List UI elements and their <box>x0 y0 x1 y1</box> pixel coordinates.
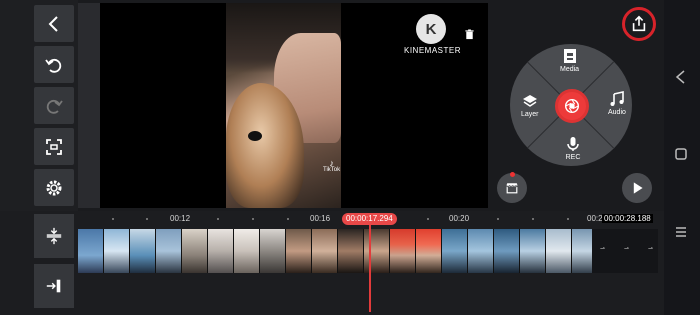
playhead[interactable] <box>369 219 371 312</box>
end-arrow-icon: ⇀ <box>624 246 630 252</box>
total-duration: 00:00:28.188 <box>602 214 653 223</box>
ruler-dot <box>146 218 148 220</box>
rec-button[interactable]: REC <box>565 136 581 161</box>
frame-dog-nose <box>248 131 262 141</box>
ruler-dot <box>497 218 499 220</box>
audio-button[interactable]: Audio <box>608 91 626 116</box>
split-button[interactable] <box>34 214 74 258</box>
ruler-label: 00:20 <box>449 214 470 223</box>
delete-watermark-button[interactable] <box>457 22 481 46</box>
clip-thumbnail <box>312 229 338 273</box>
ruler-label: 00:2 <box>587 214 603 223</box>
clip-thumbnail <box>78 229 104 273</box>
nav-home-icon[interactable] <box>674 147 688 161</box>
ruler-dot <box>287 218 289 220</box>
end-arrow-icon: ⇀ <box>648 246 654 252</box>
settings-button[interactable] <box>34 169 74 206</box>
layer-button[interactable]: Layer <box>521 93 539 118</box>
jump-to-end-button[interactable] <box>34 264 74 308</box>
clip-thumbnail <box>286 229 312 273</box>
video-clip-track[interactable] <box>78 229 658 273</box>
clip-thumbnail <box>546 229 572 273</box>
clip-thumbnail <box>520 229 546 273</box>
clip-thumbnail <box>182 229 208 273</box>
tiktok-watermark: ♪ TikTok <box>323 158 341 174</box>
back-arrow-icon <box>48 15 58 32</box>
ruler-dot <box>252 218 254 220</box>
fullscreen-button[interactable] <box>34 128 74 165</box>
ruler-dot <box>567 218 569 220</box>
camera-record-button[interactable] <box>555 89 589 123</box>
ruler-dot <box>112 218 114 220</box>
clip-thumbnail <box>416 229 442 273</box>
kinemaster-editor: ♪ TikTok K KINEMASTER Media Layer Audio … <box>0 0 700 315</box>
play-button[interactable] <box>622 173 652 203</box>
clip-thumbnail <box>156 229 182 273</box>
microphone-icon <box>567 137 579 151</box>
clip-thumbnail <box>208 229 234 273</box>
ruler-label: 00:16 <box>310 214 331 223</box>
media-button[interactable]: Media <box>560 48 579 73</box>
clip-thumbnail <box>234 229 260 273</box>
export-button[interactable] <box>622 7 656 41</box>
clip-thumbnail <box>338 229 364 273</box>
redo-button[interactable] <box>34 87 74 124</box>
kinemaster-wordmark: KINEMASTER <box>404 46 462 55</box>
layer-stack-icon <box>522 95 537 107</box>
asset-store-icon <box>506 183 518 194</box>
ruler-dot <box>427 218 429 220</box>
video-frame <box>226 3 341 208</box>
clip-thumbnail <box>260 229 286 273</box>
camera-record-icon <box>564 98 580 114</box>
settings-gear-icon <box>46 180 62 195</box>
clip-thumbnail <box>468 229 494 273</box>
back-button[interactable] <box>34 5 74 42</box>
trash-icon <box>464 28 474 39</box>
nav-recents-icon[interactable] <box>674 225 688 239</box>
clip-thumbnail <box>494 229 520 273</box>
redo-icon <box>46 99 63 114</box>
jump-to-end-icon <box>46 279 61 293</box>
music-note-icon <box>610 91 624 106</box>
asset-store-button[interactable] <box>497 173 527 203</box>
undo-icon <box>45 58 62 73</box>
media-film-icon <box>563 49 576 63</box>
notification-dot <box>510 172 515 177</box>
clip-thumbnail <box>390 229 416 273</box>
current-time-badge: 00:00:17.294 <box>342 213 397 225</box>
clip-thumbnail <box>442 229 468 273</box>
ruler-dot <box>532 218 534 220</box>
clip-thumbnail <box>364 229 390 273</box>
clip-thumbnail <box>104 229 130 273</box>
export-share-icon <box>632 15 646 32</box>
fullscreen-icon <box>46 138 62 155</box>
clip-thumbnail <box>130 229 156 273</box>
nav-back-icon[interactable] <box>674 70 688 84</box>
ruler-label: 00:12 <box>170 214 191 223</box>
tiktok-note-icon: ♪ <box>329 158 334 168</box>
ruler-dot <box>217 218 219 220</box>
kinemaster-logo: K <box>416 14 446 44</box>
play-icon <box>633 182 643 194</box>
undo-button[interactable] <box>34 46 74 83</box>
end-arrow-icon: ⇀ <box>600 246 606 252</box>
split-icon <box>46 227 62 245</box>
